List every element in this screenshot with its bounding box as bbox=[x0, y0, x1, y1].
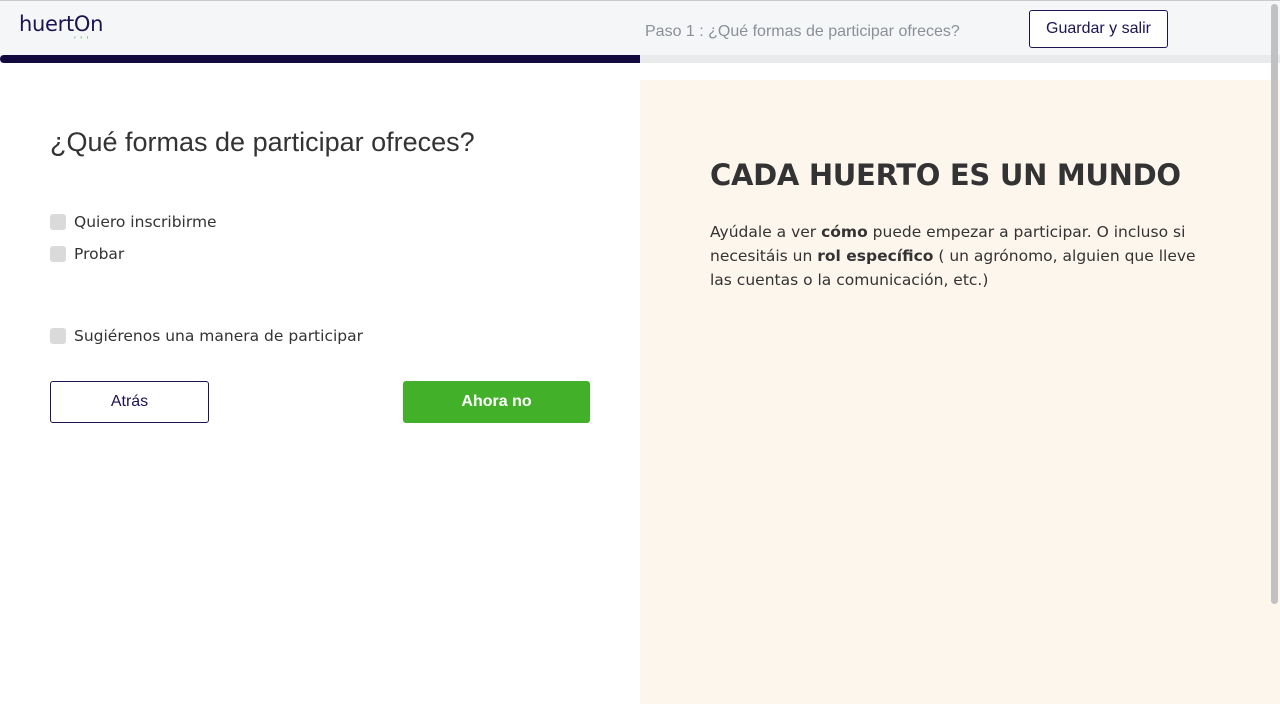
checkbox[interactable] bbox=[50, 246, 66, 262]
option-sugierenos[interactable]: Sugiérenos una manera de participar bbox=[50, 327, 363, 345]
option-probar[interactable]: Probar bbox=[50, 245, 124, 263]
checkbox[interactable] bbox=[50, 214, 66, 230]
option-quiero-inscribirme[interactable]: Quiero inscribirme bbox=[50, 213, 217, 231]
tip-text: Ayúdale a ver bbox=[710, 223, 822, 241]
logo[interactable]: huertOn bbox=[19, 12, 103, 36]
form-panel: ¿Qué formas de participar ofreces? Quier… bbox=[0, 63, 640, 704]
option-label: Probar bbox=[74, 245, 125, 263]
save-and-exit-button[interactable]: Guardar y salir bbox=[1029, 10, 1168, 48]
not-now-button[interactable]: Ahora no bbox=[403, 381, 590, 423]
tip-bold-text: rol específico bbox=[817, 247, 934, 265]
option-label: Quiero inscribirme bbox=[74, 213, 217, 231]
logo-sprout-icon: ' ' ' bbox=[74, 35, 90, 45]
scrollbar[interactable] bbox=[1271, 4, 1278, 604]
page-title: ¿Qué formas de participar ofreces? bbox=[50, 127, 475, 157]
option-label: Sugiérenos una manera de participar bbox=[74, 327, 363, 345]
progress-bar bbox=[0, 55, 1280, 63]
tip-title: CADA HUERTO ES UN MUNDO bbox=[710, 158, 1181, 192]
back-button[interactable]: Atrás bbox=[50, 381, 209, 423]
tip-body: Ayúdale a ver cómo puede empezar a parti… bbox=[710, 220, 1220, 292]
tip-panel: CADA HUERTO ES UN MUNDO Ayúdale a ver có… bbox=[640, 80, 1280, 704]
progress-bar-fill bbox=[0, 55, 640, 63]
top-bar: huertOn ' ' ' Paso 1 : ¿Qué formas de pa… bbox=[0, 0, 1280, 56]
checkbox[interactable] bbox=[50, 328, 66, 344]
step-label: Paso 1 : ¿Qué formas de participar ofrec… bbox=[645, 23, 960, 40]
tip-bold-text: cómo bbox=[821, 223, 868, 241]
